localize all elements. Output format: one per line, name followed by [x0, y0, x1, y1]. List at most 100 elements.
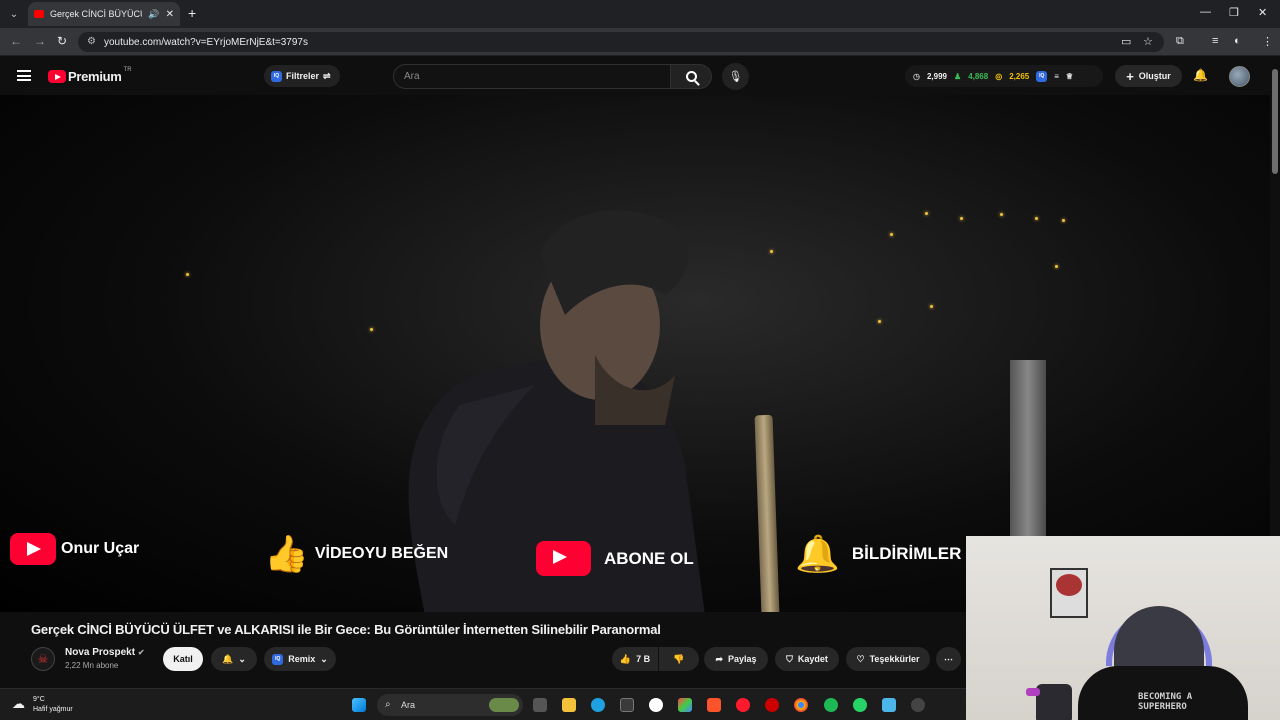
address-bar[interactable]: ⚙ youtube.com/watch?v=EYrjoMErNjE&t=3797… [78, 32, 1164, 52]
forward-arrow-icon[interactable]: → [34, 34, 46, 48]
stat-a: 2,999 [926, 71, 948, 81]
scrollbar-thumb[interactable] [1272, 69, 1278, 174]
extension-stats[interactable]: ◷ 2,999 ♟ 4,868 ◎ 2,265 IQ ≡ ♕ [905, 65, 1103, 87]
chevron-down-icon: ⌄ [238, 653, 246, 664]
youtube-play-icon [48, 70, 66, 83]
search-input[interactable]: Ara [393, 64, 671, 89]
copilot-icon[interactable] [678, 698, 692, 712]
filters-label: Filtreler [286, 71, 320, 81]
bookmark-star-icon[interactable]: ☆ [1143, 35, 1153, 48]
thumbs-up-icon: 👍 [264, 533, 309, 574]
overlay-like: 👍 VİDEOYU BEĞEN [264, 533, 448, 575]
brave-icon[interactable] [707, 698, 721, 712]
spotify-icon[interactable] [824, 698, 838, 712]
shirt-text: BECOMING A SUPERHERO [1138, 692, 1193, 712]
subscribe-logo-icon [536, 541, 591, 576]
maximize-icon[interactable]: ❐ [1229, 6, 1239, 19]
overlay-notify-text: BİLDİRİMLER [851, 544, 962, 563]
share-button[interactable]: ➦ Paylaş [704, 647, 768, 671]
opera-gx-icon[interactable] [765, 698, 779, 712]
join-button[interactable]: Katıl [163, 647, 203, 671]
notifications-bell-icon[interactable]: 🔔 [1193, 68, 1208, 82]
subscriber-count: 2,22 Mn abone [65, 661, 119, 670]
obs-icon[interactable] [911, 698, 925, 712]
save-button[interactable]: ⛉ Kaydet [775, 647, 839, 671]
bell-icon: 🔔 [795, 533, 840, 574]
create-button[interactable]: + Oluştur [1115, 65, 1182, 87]
like-button[interactable]: 👍 7 B [612, 647, 658, 671]
minimize-icon[interactable]: — [1200, 6, 1211, 18]
sliders-icon: ⇌ [323, 70, 331, 81]
extensions-icon[interactable]: ⧉ [1176, 35, 1184, 48]
dislike-button[interactable]: 👎 [659, 647, 699, 671]
more-actions-button[interactable]: ⋯ [936, 647, 961, 671]
youtube-masthead: Premium TR IQ Filtreler ⇌ Ara 🎙 ◷ 2,999 … [0, 57, 1270, 95]
store-icon[interactable] [620, 698, 634, 712]
channel-avatar[interactable]: ☠ [31, 647, 55, 671]
taskbar-search-icon: ⌕ [385, 699, 391, 710]
youtube-logo-icon [10, 533, 56, 565]
browser-tab[interactable]: Gerçek CİNCİ BÜYÜCÜ ÜLFET 🔊 ✕ [28, 2, 180, 26]
notepad-icon[interactable] [882, 698, 896, 712]
channel-name[interactable]: Nova Prospekt ✔ [65, 647, 145, 658]
clock-icon: ◷ [913, 71, 920, 81]
thanks-button[interactable]: ♡ Teşekkürler [846, 647, 930, 671]
overlay-subscribe-text: ABONE OL [604, 548, 694, 568]
heart-dollar-icon: ♡ [856, 653, 865, 664]
guide-menu-icon[interactable] [17, 70, 31, 81]
person-icon: ♟ [954, 71, 962, 81]
logo-region: TR [123, 66, 132, 73]
reload-icon[interactable]: ↻ [57, 34, 67, 48]
iq-badge-icon: IQ [1036, 70, 1048, 82]
youtube-logo[interactable]: Premium TR [48, 66, 132, 84]
dislike-icon: 👎 [673, 653, 685, 664]
microphone [1026, 684, 1072, 720]
weather-widget[interactable]: ☁ 9°C Hafif yağmur [12, 695, 73, 715]
back-arrow-icon[interactable]: ← [10, 34, 22, 48]
start-windows-icon[interactable] [352, 698, 366, 712]
window-close-icon[interactable]: ✕ [1258, 6, 1267, 19]
install-app-icon[interactable]: ▭ [1121, 35, 1131, 48]
taskbar-search[interactable]: ⌕ Ara [377, 694, 523, 716]
remix-button[interactable]: IQ Remix ⌄ [264, 647, 336, 671]
opera-icon[interactable] [736, 698, 750, 712]
whatsapp-icon[interactable] [853, 698, 867, 712]
search-icon [685, 71, 697, 82]
wooden-stick [754, 414, 780, 612]
chevron-down-icon: ⌄ [320, 653, 328, 664]
subscribed-bell-button[interactable]: 🔔 ⌄ [211, 647, 257, 671]
reading-list-icon[interactable]: ≡ [1212, 35, 1218, 47]
new-tab-button[interactable]: + [188, 5, 196, 21]
overlay-subscribe: ABONE OL [536, 541, 694, 576]
yandex-icon[interactable] [649, 698, 663, 712]
more-icon: ⋯ [944, 653, 953, 664]
site-info-icon[interactable]: ⚙ [87, 36, 96, 47]
taskbar-search-label: Ara [401, 700, 416, 710]
verified-icon: ✔ [137, 648, 145, 657]
speaker-icon[interactable]: 🔊 [148, 9, 159, 20]
profile-icon[interactable]: ◐ [1234, 35, 1241, 47]
like-icon: 👍 [619, 653, 632, 664]
share-icon: ➦ [715, 653, 723, 664]
account-avatar[interactable] [1229, 66, 1250, 87]
filters-button[interactable]: IQ Filtreler ⇌ [264, 65, 340, 87]
overlay-notify: 🔔 BİLDİRİMLER [795, 533, 961, 575]
windows-taskbar: ☁ 9°C Hafif yağmur ⌕ Ara [0, 688, 966, 720]
search-highlight-icon [489, 698, 519, 712]
edge-icon[interactable] [591, 698, 605, 712]
task-view-icon[interactable] [533, 698, 547, 712]
close-tab-icon[interactable]: ✕ [166, 9, 174, 20]
voice-search-button[interactable]: 🎙 [722, 63, 749, 90]
tab-search-chevron-icon[interactable]: ⌄ [4, 4, 24, 24]
weather-desc: Hafif yağmur [33, 706, 73, 713]
overlay-channel-name: Onur Uçar [61, 540, 140, 557]
cloud-rain-icon: ☁ [12, 696, 25, 711]
search-button[interactable] [671, 64, 712, 89]
chrome-menu-icon[interactable]: ⋮ [1262, 35, 1273, 48]
stat-c: 2,265 [1009, 71, 1030, 81]
video-player[interactable]: Onur Uçar 👍 VİDEOYU BEĞEN ABONE OL 🔔 BİL… [0, 95, 1270, 612]
plus-icon: + [1126, 68, 1134, 84]
chrome-icon[interactable] [794, 698, 808, 712]
create-label: Oluştur [1138, 71, 1171, 81]
file-explorer-icon[interactable] [562, 698, 576, 712]
